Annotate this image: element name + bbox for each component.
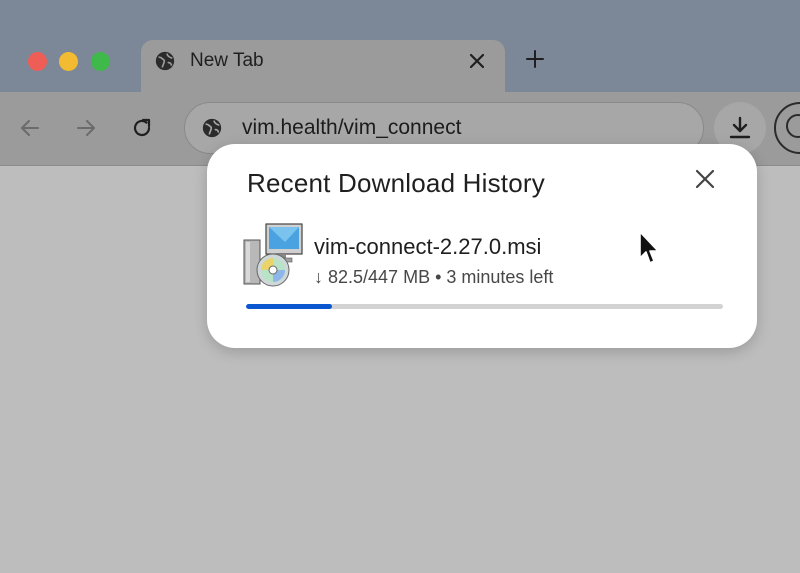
download-status: ↓ 82.5/447 MB • 3 minutes left	[314, 267, 554, 287]
download-file-name[interactable]: vim-connect-2.27.0.msi	[314, 234, 541, 260]
window-maximize-button[interactable]	[91, 52, 110, 71]
forward-arrow-icon[interactable]	[74, 116, 98, 140]
download-history-popup: Recent Download History vim-connect-2.27…	[207, 144, 757, 348]
plus-icon[interactable]	[524, 48, 546, 70]
profile-button[interactable]	[774, 102, 800, 154]
back-arrow-icon[interactable]	[18, 116, 42, 140]
globe-icon	[155, 51, 175, 71]
window-close-button[interactable]	[28, 52, 47, 71]
address-url: vim.health/vim_connect	[242, 116, 462, 139]
close-icon[interactable]	[694, 168, 716, 190]
download-progress-fill	[246, 304, 332, 309]
download-icon	[729, 116, 751, 139]
tab-strip: New Tab	[0, 0, 800, 96]
popup-title: Recent Download History	[247, 168, 545, 198]
reload-icon[interactable]	[130, 116, 154, 140]
globe-icon	[202, 118, 222, 138]
avatar-icon	[786, 114, 800, 138]
tab-new-tab[interactable]: New Tab	[141, 40, 505, 96]
mouse-cursor-icon	[639, 231, 659, 264]
installer-disc-icon[interactable]	[240, 222, 306, 288]
window-minimize-button[interactable]	[59, 52, 78, 71]
download-progress-bar	[246, 304, 723, 309]
close-icon[interactable]	[468, 52, 486, 70]
tab-title: New Tab	[190, 50, 264, 71]
